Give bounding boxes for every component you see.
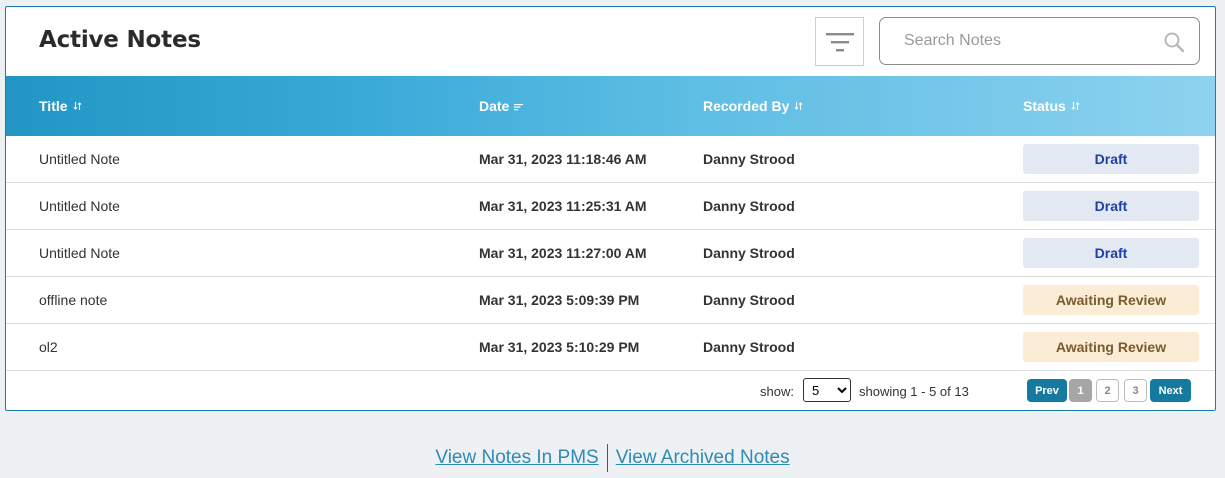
sort-icon xyxy=(1071,102,1080,110)
next-button[interactable]: Next xyxy=(1150,379,1191,402)
page-button-3[interactable]: 3 xyxy=(1124,379,1147,402)
page-button-2[interactable]: 2 xyxy=(1096,379,1119,402)
table-row[interactable]: ol2 Mar 31, 2023 5:10:29 PM Danny Strood… xyxy=(6,324,1215,371)
note-title: ol2 xyxy=(39,339,58,355)
column-header-recorded-by[interactable]: Recorded By xyxy=(703,98,803,114)
note-recorded-by: Danny Strood xyxy=(703,151,795,167)
table-row[interactable]: Untitled Note Mar 31, 2023 11:25:31 AM D… xyxy=(6,183,1215,230)
note-recorded-by: Danny Strood xyxy=(703,245,795,261)
column-header-title[interactable]: Title xyxy=(39,98,82,114)
table-row[interactable]: offline note Mar 31, 2023 5:09:39 PM Dan… xyxy=(6,277,1215,324)
filter-icon xyxy=(825,32,854,51)
pagination-bar: show: 5 showing 1 - 5 of 13 Prev 1 2 3 N… xyxy=(6,371,1215,410)
column-label: Date xyxy=(479,98,510,114)
page-size-select[interactable]: 5 xyxy=(803,378,851,402)
view-archived-notes-link[interactable]: View Archived Notes xyxy=(616,447,790,469)
status-badge: Awaiting Review xyxy=(1023,332,1199,362)
page-title: Active Notes xyxy=(39,27,201,53)
prev-button[interactable]: Prev xyxy=(1027,379,1067,402)
note-title: Untitled Note xyxy=(39,245,120,261)
status-badge: Draft xyxy=(1023,144,1199,174)
card-header: Active Notes xyxy=(6,7,1215,76)
table-header: Title Date Recorded By Status xyxy=(6,76,1215,136)
column-header-date[interactable]: Date xyxy=(479,98,524,114)
view-notes-in-pms-link[interactable]: View Notes In PMS xyxy=(435,447,598,469)
search-icon[interactable] xyxy=(1163,31,1185,53)
note-date: Mar 31, 2023 11:25:31 AM xyxy=(479,198,647,214)
note-recorded-by: Danny Strood xyxy=(703,198,795,214)
note-recorded-by: Danny Strood xyxy=(703,292,795,308)
column-header-status[interactable]: Status xyxy=(1023,98,1080,114)
column-label: Title xyxy=(39,98,68,114)
notes-card: Active Notes Title Date xyxy=(5,6,1216,411)
footer-divider xyxy=(606,444,608,472)
status-badge: Awaiting Review xyxy=(1023,285,1199,315)
note-recorded-by: Danny Strood xyxy=(703,339,795,355)
note-title: Untitled Note xyxy=(39,198,120,214)
status-badge: Draft xyxy=(1023,191,1199,221)
showing-count: showing 1 - 5 of 13 xyxy=(859,384,969,399)
sort-desc-icon xyxy=(514,104,524,111)
sort-icon xyxy=(794,102,803,110)
search-input[interactable] xyxy=(880,18,1199,64)
note-date: Mar 31, 2023 5:09:39 PM xyxy=(479,292,640,308)
status-badge: Draft xyxy=(1023,238,1199,268)
filter-button[interactable] xyxy=(815,17,864,66)
note-date: Mar 31, 2023 5:10:29 PM xyxy=(479,339,640,355)
table-row[interactable]: Untitled Note Mar 31, 2023 11:27:00 AM D… xyxy=(6,230,1215,277)
footer-links: View Notes In PMS View Archived Notes xyxy=(0,444,1225,472)
table-row[interactable]: Untitled Note Mar 31, 2023 11:18:46 AM D… xyxy=(6,136,1215,183)
note-date: Mar 31, 2023 11:18:46 AM xyxy=(479,151,647,167)
page-button-1[interactable]: 1 xyxy=(1069,379,1092,402)
column-label: Status xyxy=(1023,98,1066,114)
search-box xyxy=(879,17,1200,65)
note-date: Mar 31, 2023 11:27:00 AM xyxy=(479,245,647,261)
sort-icon xyxy=(73,102,81,110)
column-label: Recorded By xyxy=(703,98,790,114)
note-title: Untitled Note xyxy=(39,151,120,167)
note-title: offline note xyxy=(39,292,108,308)
page-size-label: show: xyxy=(760,384,794,399)
